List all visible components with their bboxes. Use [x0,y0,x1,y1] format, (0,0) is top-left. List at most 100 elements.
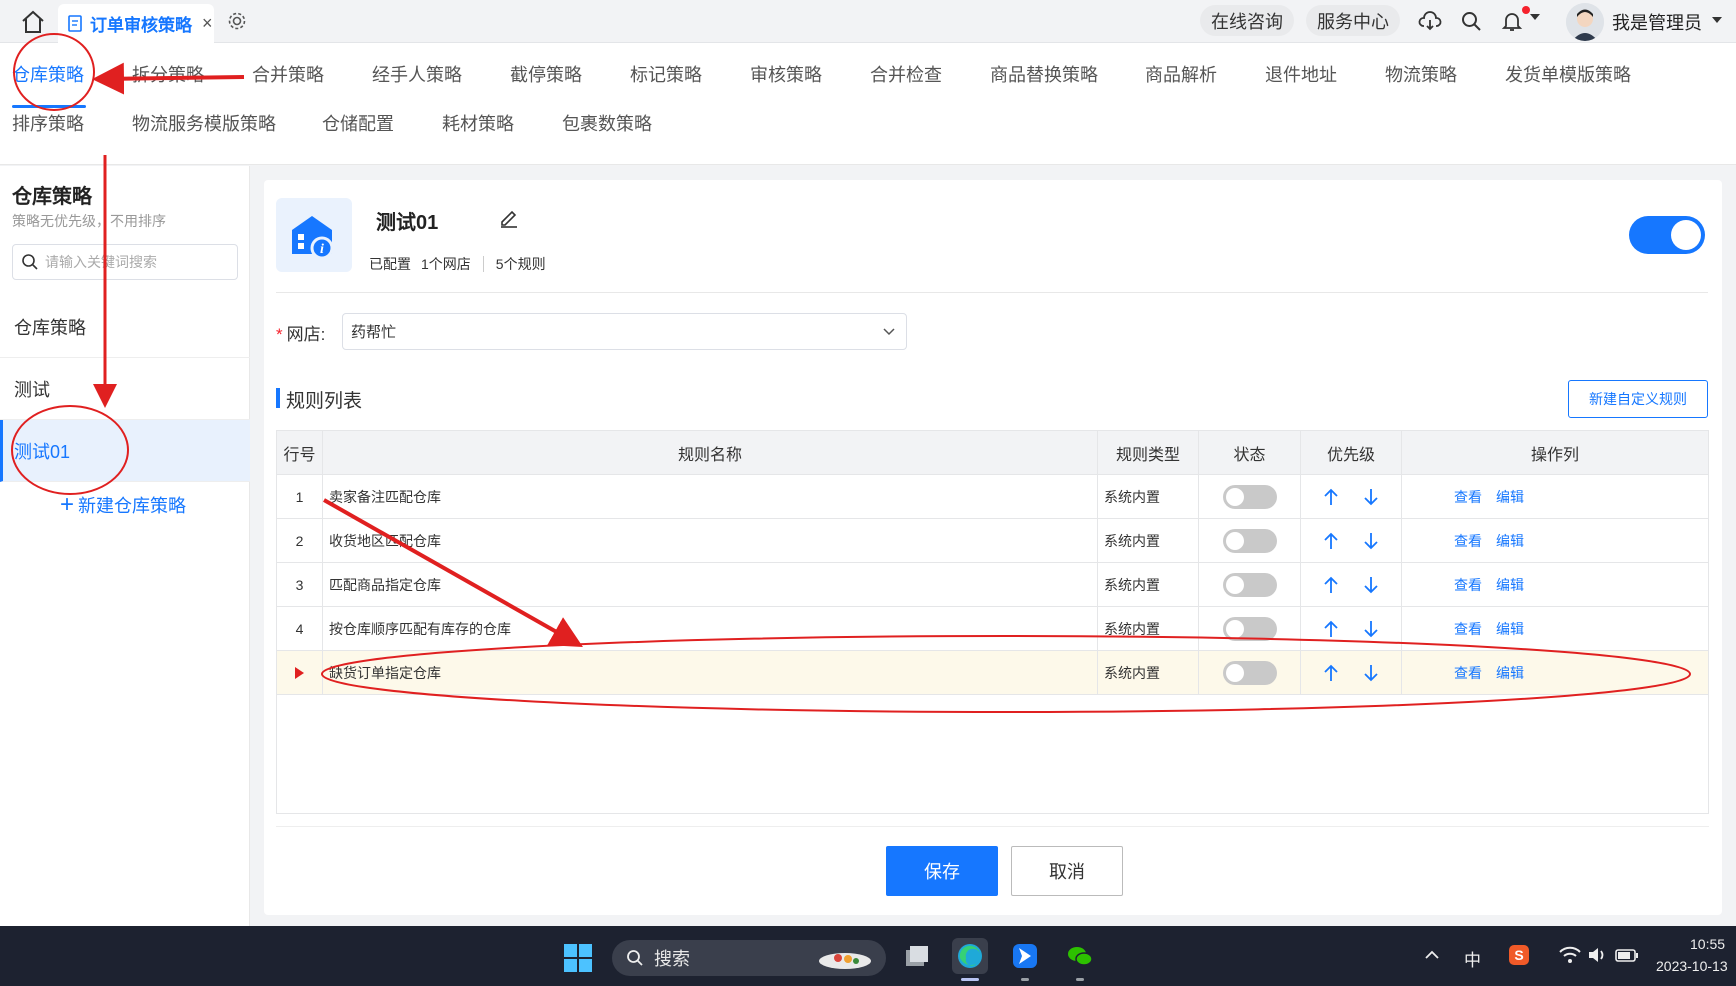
task-view-app[interactable] [898,938,934,974]
user-menu-chevron-icon[interactable] [1712,17,1722,23]
strategy-enable-toggle[interactable] [1629,216,1705,254]
sogou-input-icon[interactable]: S [1508,944,1530,966]
plus-icon: + [60,491,75,518]
edit-link[interactable]: 编辑 [1496,487,1524,507]
tab-split-strategy[interactable]: 拆分策略 [132,61,204,87]
bell-icon[interactable] [1500,9,1524,33]
rule-status-toggle[interactable] [1222,573,1277,597]
clock-date[interactable]: 2023-10-13 [1656,958,1728,974]
volume-icon[interactable] [1586,944,1608,966]
wifi-icon[interactable] [1558,944,1582,966]
view-link[interactable]: 查看 [1454,663,1482,683]
battery-icon[interactable] [1614,944,1640,966]
table-row-highlighted[interactable]: 缺货订单指定仓库 系统内置 查看 编辑 [277,651,1708,695]
table-row[interactable]: 1 卖家备注匹配仓库 系统内置 查看 编辑 [277,475,1708,519]
strategy-tabs: 仓库策略 拆分策略 合并策略 经手人策略 截停策略 标记策略 审核策略 合并检查… [0,43,1736,165]
new-warehouse-strategy-button[interactable]: + 新建仓库策略 [60,492,186,518]
edit-link[interactable]: 编辑 [1496,619,1524,639]
arrow-up-icon[interactable] [1322,619,1340,639]
taskbar-search[interactable]: 搜索 [612,940,886,976]
feishu-app[interactable] [1007,938,1043,974]
table-row[interactable]: 4 按仓库顺序匹配有库存的仓库 系统内置 查看 编辑 [277,607,1708,651]
online-consult-button[interactable]: 在线咨询 [1200,5,1294,36]
shop-select[interactable]: 药帮忙 [342,313,907,350]
user-name[interactable]: 我是管理员 [1612,9,1702,35]
strategy-search[interactable] [12,244,238,280]
tab-review-strategy[interactable]: 审核策略 [750,61,822,87]
strategy-item-test[interactable]: 测试 [0,358,250,420]
column-divider [322,431,323,695]
rule-status-toggle[interactable] [1222,617,1277,641]
tab-merge-check[interactable]: 合并检查 [870,61,942,87]
view-link[interactable]: 查看 [1454,619,1482,639]
clock-time[interactable]: 10:55 [1690,936,1725,952]
edge-icon [958,944,982,968]
tab-return-address[interactable]: 退件地址 [1265,61,1337,87]
rule-status-toggle[interactable] [1222,661,1277,685]
chevron-down-icon[interactable] [1530,14,1540,20]
arrow-up-icon[interactable] [1322,487,1340,507]
tab-merge-strategy[interactable]: 合并策略 [252,61,324,87]
chevron-up-icon[interactable] [1424,948,1440,962]
meta-divider [482,256,484,272]
arrow-down-icon[interactable] [1362,663,1380,683]
gear-icon[interactable] [226,10,248,32]
strategy-item-label: 仓库策略 [14,317,86,338]
arrow-down-icon[interactable] [1362,531,1380,551]
tab-intercept-strategy[interactable]: 截停策略 [510,61,582,87]
tab-sort-strategy[interactable]: 排序策略 [12,110,84,136]
tab-package-count-strategy[interactable]: 包裹数策略 [562,110,652,136]
tab-close-icon[interactable]: × [202,13,213,34]
row-number: 2 [295,533,304,549]
cancel-button[interactable]: 取消 [1011,846,1123,896]
search-input[interactable] [45,254,225,270]
wechat-icon [1068,947,1093,966]
tab-mark-strategy[interactable]: 标记策略 [630,61,702,87]
tab-consumables-strategy[interactable]: 耗材策略 [442,110,514,136]
arrow-up-icon[interactable] [1322,663,1340,683]
arrow-down-icon[interactable] [1362,487,1380,507]
table-row[interactable]: 3 匹配商品指定仓库 系统内置 查看 编辑 [277,563,1708,607]
wechat-app[interactable] [1062,938,1098,974]
avatar[interactable] [1566,3,1604,41]
strategy-item-warehouse[interactable]: 仓库策略 [0,296,250,358]
arrow-down-icon[interactable] [1362,619,1380,639]
tab-storage-config[interactable]: 仓储配置 [322,110,394,136]
tab-invoice-template-strategy[interactable]: 发货单模版策略 [1505,61,1631,87]
cloud-download-icon[interactable] [1418,9,1442,33]
windows-start-icon[interactable] [564,944,592,972]
tab-logistics-service-template[interactable]: 物流服务模版策略 [132,110,276,136]
row-number: 1 [295,489,304,505]
save-button[interactable]: 保存 [886,846,998,896]
search-highlight-icon [819,953,871,969]
strategy-rule-count: 5个规则 [495,256,546,272]
tab-warehouse-strategy[interactable]: 仓库策略 [12,61,84,87]
arrow-up-icon[interactable] [1322,575,1340,595]
edit-link[interactable]: 编辑 [1496,575,1524,595]
edit-icon[interactable] [498,206,520,228]
edit-link[interactable]: 编辑 [1496,531,1524,551]
search-icon[interactable] [1459,9,1483,33]
new-custom-rule-button[interactable]: 新建自定义规则 [1568,380,1708,418]
ime-indicator[interactable]: 中 [1464,946,1481,971]
rule-status-toggle[interactable] [1222,485,1277,509]
strategy-item-test01[interactable]: 测试01 [0,420,250,482]
tab-product-parse[interactable]: 商品解析 [1145,61,1217,87]
arrow-down-icon[interactable] [1362,575,1380,595]
view-link[interactable]: 查看 [1454,487,1482,507]
service-center-button[interactable]: 服务中心 [1306,5,1400,36]
edge-browser-app[interactable] [952,938,988,974]
view-link[interactable]: 查看 [1454,531,1482,551]
tab-order-review[interactable]: 订单审核策略 × [58,4,214,43]
edit-link[interactable]: 编辑 [1496,663,1524,683]
home-icon[interactable] [20,10,46,34]
view-link[interactable]: 查看 [1454,575,1482,595]
table-row[interactable]: 2 收货地区匹配仓库 系统内置 查看 编辑 [277,519,1708,563]
rule-status-toggle[interactable] [1222,529,1277,553]
tab-logistics-strategy[interactable]: 物流策略 [1385,61,1457,87]
tab-handler-strategy[interactable]: 经手人策略 [372,61,462,87]
form-actions: 保存 取消 [276,826,1709,910]
tab-product-replace-strategy[interactable]: 商品替换策略 [990,61,1098,87]
col-header-row-no: 行号 [283,447,316,464]
arrow-up-icon[interactable] [1322,531,1340,551]
